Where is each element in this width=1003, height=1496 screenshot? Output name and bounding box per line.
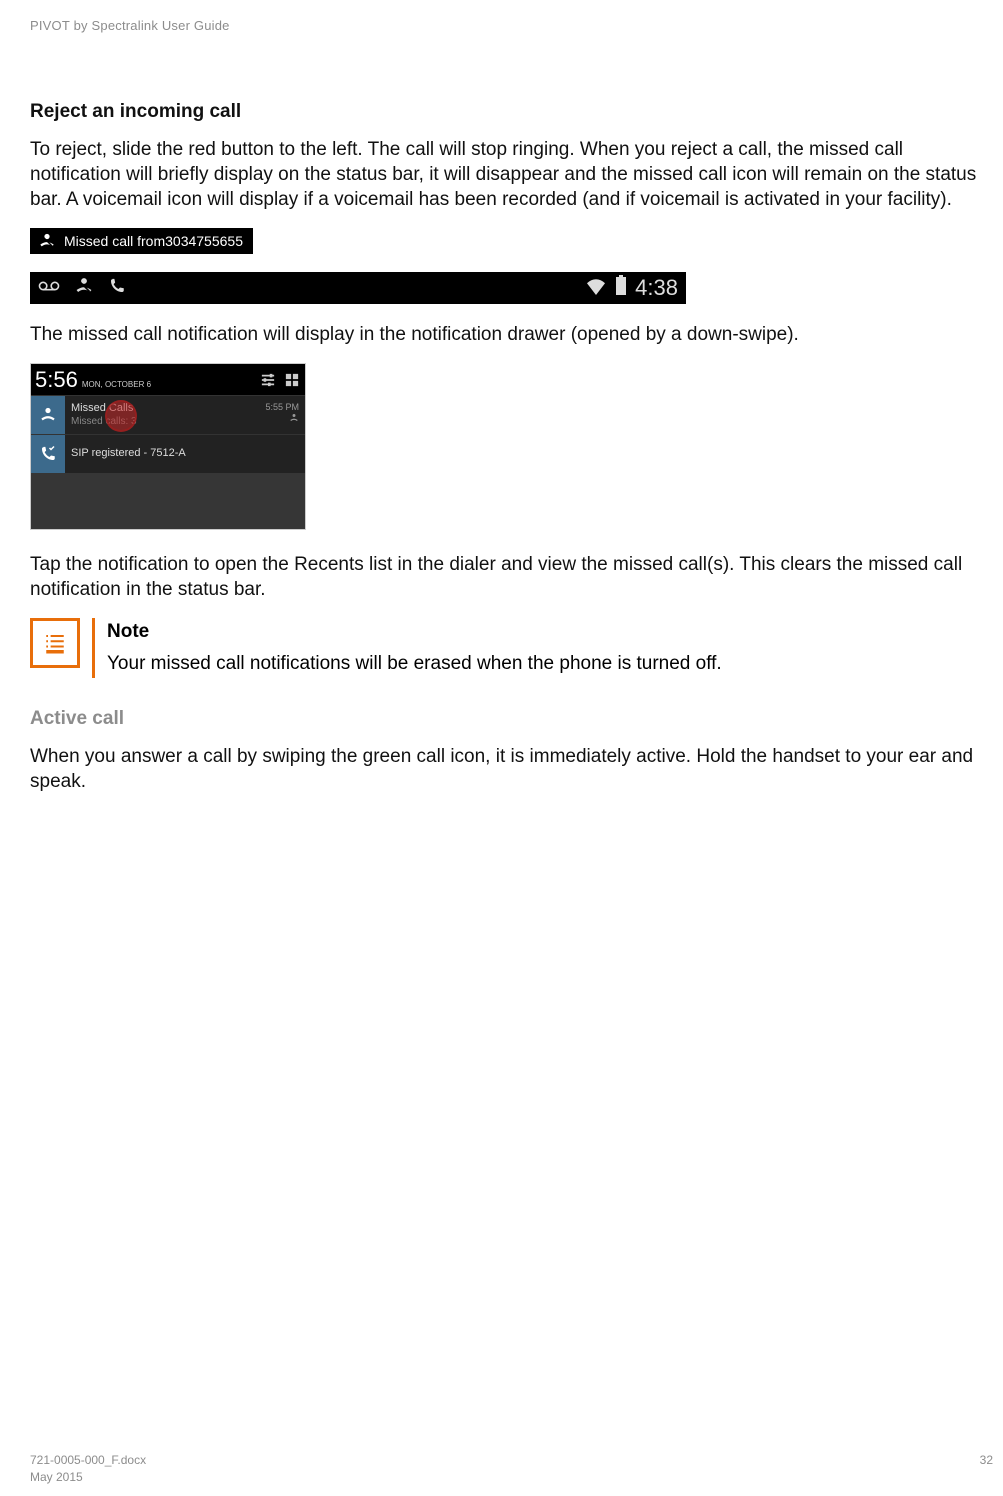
para-notification-drawer-desc: The missed call notification will displa…	[30, 322, 983, 347]
notification-time: 5:55 PM	[265, 402, 299, 413]
status-bar-clock: 4:38	[635, 275, 678, 301]
footer-docnum: 721-0005-000_F.docx	[30, 1453, 146, 1467]
notification-missed-calls: Missed Calls Missed calls: 3 5:55 PM	[31, 395, 305, 434]
para-tap-notification: Tap the notification to open the Recents…	[30, 552, 983, 602]
drawer-status-bar: 5:56 MON, OCTOBER 6	[31, 364, 305, 395]
missed-call-icon	[31, 396, 65, 434]
wifi-icon	[585, 275, 607, 301]
document-header: PIVOT by Spectralink User Guide	[30, 18, 983, 33]
missed-call-small-icon	[265, 413, 299, 426]
heading-reject-incoming: Reject an incoming call	[30, 101, 983, 123]
screenshot-notification-drawer: 5:56 MON, OCTOBER 6 Mi	[30, 363, 306, 530]
note-list-icon	[30, 618, 80, 668]
missed-call-icon	[74, 276, 94, 301]
drawer-date: MON, OCTOBER 6	[82, 380, 261, 389]
drawer-clock: 5:56	[35, 367, 78, 393]
screenshot-status-bar: 4:38	[30, 272, 686, 304]
battery-icon	[615, 275, 627, 301]
highlight-circle	[105, 400, 137, 432]
footer-page-number: 32	[980, 1453, 993, 1484]
page-footer: 721-0005-000_F.docx May 2015 32	[30, 1453, 993, 1484]
para-reject-description: To reject, slide the red button to the l…	[30, 137, 983, 212]
heading-active-call: Active call	[30, 708, 983, 730]
phone-icon	[108, 277, 126, 300]
missed-call-banner-text: Missed call from3034755655	[64, 233, 243, 249]
footer-date: May 2015	[30, 1470, 146, 1484]
note-callout: Note Your missed call notifications will…	[30, 618, 983, 677]
voicemail-icon	[38, 279, 60, 298]
screenshot-missed-call-banner: Missed call from3034755655	[30, 228, 253, 254]
notification-sip-registered: SIP registered - 7512-A	[31, 434, 305, 473]
note-body-text: Your missed call notifications will be e…	[107, 653, 722, 674]
grid-icon	[285, 373, 299, 392]
para-active-call: When you answer a call by swiping the gr…	[30, 744, 983, 794]
note-label: Note	[107, 618, 722, 646]
notification-title: SIP registered - 7512-A	[71, 447, 186, 461]
drawer-empty-area	[31, 473, 305, 529]
settings-toggle-icon	[261, 373, 275, 392]
callout-divider	[92, 618, 95, 677]
missed-call-icon	[38, 232, 56, 250]
phone-check-icon	[31, 435, 65, 473]
